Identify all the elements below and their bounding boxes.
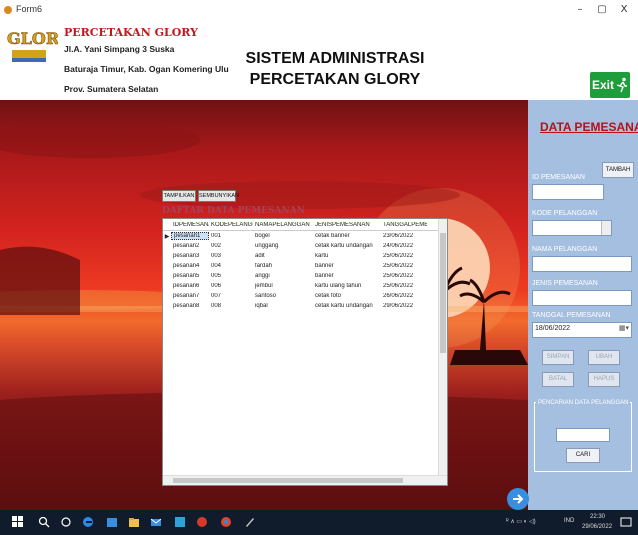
address-line-3: Prov. Sumatera Selatan: [64, 84, 159, 94]
address-line-1: Jl.A. Yani Simpang 3 Suska: [64, 44, 175, 54]
table-row[interactable]: pesanan3 003 adit kartu 25/06/2022: [163, 251, 447, 261]
table-row[interactable]: pesanan5 005 anggi banner 25/06/2022: [163, 271, 447, 281]
show-button[interactable]: TAMPILKAN: [162, 190, 196, 202]
nama-label: NAMA PELANGGAN: [532, 246, 598, 253]
tanggal-label: TANGGAL PEMESANAN: [532, 312, 611, 319]
mail-icon[interactable]: [150, 516, 162, 528]
save-button[interactable]: SIMPAN: [542, 350, 574, 365]
column-header[interactable]: TANGGALPEMESAN: [381, 222, 427, 228]
page-title: SISTEM ADMINISTRASI PERCETAKAN GLORY: [232, 48, 438, 90]
table-row[interactable]: pesanan4 004 fardah banner 25/06/2022: [163, 261, 447, 271]
column-header[interactable]: JENISPEMESANAN: [313, 222, 381, 228]
store-icon[interactable]: [106, 516, 118, 528]
kode-label: KODE PELANGGAN: [532, 210, 598, 217]
search-button[interactable]: CARI: [566, 448, 600, 463]
clock-date[interactable]: 29/06/2022: [582, 524, 612, 530]
nama-field[interactable]: [532, 256, 632, 272]
hide-button[interactable]: SEMBUNYIKAN: [198, 190, 239, 202]
clock-time[interactable]: 22:30: [590, 514, 605, 520]
delete-button[interactable]: HAPUS: [588, 372, 620, 387]
add-button[interactable]: TAMBAH: [602, 162, 634, 178]
file-explorer-icon[interactable]: [128, 516, 140, 528]
search-input[interactable]: [556, 428, 610, 442]
table-row[interactable]: pesanan2 002 unggang cetak kartu undanga…: [163, 241, 447, 251]
window-title: Form6: [16, 4, 43, 14]
close-button[interactable]: X: [614, 4, 634, 15]
vertical-scrollbar[interactable]: [438, 219, 447, 477]
dropdown-arrow-icon: [601, 221, 611, 235]
id-label: ID PEMESANAN: [532, 174, 585, 181]
exit-running-man-icon: [616, 77, 627, 93]
table-row[interactable]: ▶ pesanan1 001 bogel cetak banner 23/06/…: [163, 231, 447, 241]
horizontal-scrollbar[interactable]: [163, 475, 447, 485]
page-title-line-1: SISTEM ADMINISTRASI: [245, 50, 425, 67]
system-tray-icons[interactable]: ᴿ ∧ ▭ ◐ ◁): [506, 518, 536, 525]
task-view-icon[interactable]: [60, 516, 72, 528]
maximize-button[interactable]: ▢: [592, 4, 612, 15]
company-name: PERCETAKAN GLORY: [64, 26, 198, 39]
kode-select[interactable]: [532, 220, 612, 236]
edit-button[interactable]: UBAH: [588, 350, 620, 365]
column-header[interactable]: KODEPELANGGAN: [209, 222, 253, 228]
address-line-2: Baturaja Timur, Kab. Ogan Komering Ulu: [64, 64, 229, 74]
arrow-right-icon: [513, 494, 524, 504]
exit-label: Exit: [591, 78, 614, 92]
paint-icon[interactable]: [244, 516, 256, 528]
orders-table[interactable]: IDPEMESANAN KODEPELANGGAN NAMAPELANGGAN …: [162, 218, 448, 486]
column-header[interactable]: NAMAPELANGGAN: [253, 222, 313, 228]
glory-logo: GLORY: [6, 24, 71, 70]
row-selector-icon: ▶: [164, 233, 170, 240]
taskbar: ᴿ ∧ ▭ ◐ ◁) IND 22:30 29/06/2022: [0, 510, 638, 535]
order-form-panel: DATA PEMESANAN TAMBAH ID PEMESANAN KODE …: [528, 100, 638, 510]
cancel-button[interactable]: BATAL: [542, 372, 574, 387]
jenis-field[interactable]: [532, 290, 632, 306]
scrollbar-thumb[interactable]: [440, 233, 446, 353]
logo-text: GLORY: [7, 29, 58, 48]
tanggal-picker[interactable]: 18/06/2022 ▦▾: [532, 322, 632, 338]
column-header[interactable]: IDPEMESANAN: [171, 222, 209, 228]
exit-button[interactable]: Exit: [590, 72, 630, 98]
app-icon[interactable]: [196, 516, 208, 528]
window-titlebar: Form6 – ▢ X: [0, 0, 638, 22]
form-icon: [4, 6, 12, 14]
search-group-label: PENCARIAN DATA PELANGGAN: [536, 400, 631, 406]
page-title-line-2: PERCETAKAN GLORY: [249, 71, 421, 88]
id-field[interactable]: [532, 184, 604, 200]
form-title: DATA PEMESANAN: [540, 120, 638, 134]
scrollbar-thumb[interactable]: [173, 478, 403, 483]
input-language[interactable]: IND: [564, 518, 574, 524]
search-icon[interactable]: [38, 516, 50, 528]
notification-icon[interactable]: [620, 516, 632, 528]
table-row[interactable]: pesanan6 006 jembul kartu ulang tahun 25…: [163, 281, 447, 291]
grid-title: DAFTAR DATA PEMESANAN: [162, 206, 305, 216]
jenis-label: JENIS PEMESANAN: [532, 280, 598, 287]
table-header: IDPEMESANAN KODEPELANGGAN NAMAPELANGGAN …: [163, 219, 447, 231]
edge-browser-icon[interactable]: [82, 516, 94, 528]
minimize-button[interactable]: –: [570, 4, 590, 15]
windows-start-icon[interactable]: [12, 516, 24, 528]
calendar-icon: ▦▾: [618, 325, 629, 332]
photos-icon[interactable]: [174, 516, 186, 528]
table-row[interactable]: pesanan8 008 iqbal cetak kartu undangan …: [163, 301, 447, 311]
next-arrow-button[interactable]: [507, 488, 529, 510]
table-row[interactable]: pesanan7 007 santoso cetak foto 26/06/20…: [163, 291, 447, 301]
chrome-icon[interactable]: [220, 516, 232, 528]
app-header: GLORY PERCETAKAN GLORY Jl.A. Yani Simpan…: [0, 22, 638, 100]
